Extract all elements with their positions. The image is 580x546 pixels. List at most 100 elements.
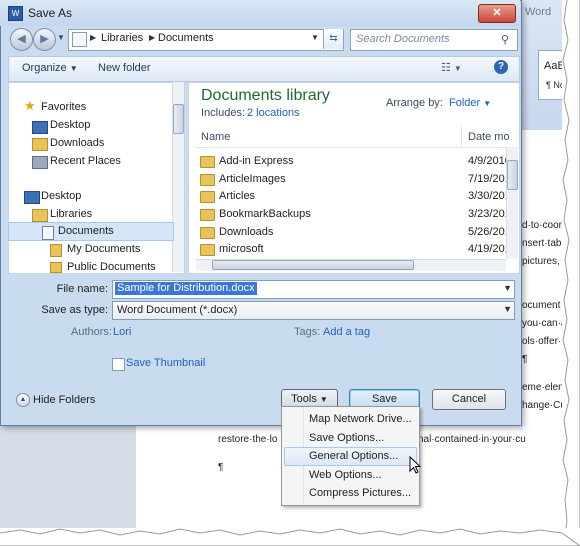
organize-chevron-icon: ▼ — [69, 64, 78, 73]
file-name: microsoft — [219, 243, 264, 255]
nav-item-libraries[interactable]: Libraries — [50, 208, 92, 220]
nav-item-favorites[interactable]: Favorites — [41, 101, 86, 113]
breadcrumb-libraries[interactable]: Libraries — [101, 32, 143, 44]
file-name: ArticleImages — [219, 173, 286, 185]
forward-button[interactable]: ▶ — [33, 28, 56, 51]
nav-item-documents[interactable]: Documents — [58, 225, 114, 237]
search-icon[interactable]: ⚲ — [501, 33, 509, 46]
file-name: Articles — [219, 190, 256, 202]
horizontal-scrollbar-thumb[interactable] — [212, 260, 414, 270]
file-date: 4/9/2010 — [468, 155, 511, 167]
doc-text-line: pictures, — [522, 256, 560, 267]
hide-folders-icon[interactable]: ▲ — [16, 393, 30, 407]
file-row[interactable]: microsoft 4/19/201 — [200, 241, 511, 258]
view-options-icon[interactable]: ☷ ▼ — [441, 61, 462, 74]
tags-label: Tags: — [294, 326, 321, 338]
menu-item-save-options[interactable]: Save Options... — [283, 429, 416, 447]
arrange-by-dropdown[interactable]: Folder ▼ — [449, 97, 491, 109]
breadcrumb-documents[interactable]: Documents — [158, 32, 214, 44]
column-header-name[interactable]: Name — [201, 131, 230, 143]
folder-icon — [200, 227, 215, 239]
back-arrow-icon: ◀ — [17, 33, 26, 45]
nav-item-desktop[interactable]: Desktop — [50, 119, 90, 131]
save-thumbnail-label[interactable]: Save Thumbnail — [126, 357, 205, 369]
menu-item-general-options[interactable]: General Options... — [283, 447, 416, 465]
menu-item-compress-pictures[interactable]: Compress Pictures... — [283, 484, 416, 502]
file-date: 7/19/201 — [468, 173, 511, 185]
tags-input[interactable]: Add a tag — [323, 326, 370, 338]
arrange-chevron-icon: ▼ — [483, 99, 492, 108]
save-type-label: Save as type: — [41, 304, 108, 316]
back-button[interactable]: ◀ — [10, 28, 33, 51]
authors-value[interactable]: Lori — [113, 326, 131, 338]
vertical-scrollbar-thumb[interactable] — [507, 160, 518, 190]
save-type-select[interactable]: Word Document (*.docx) ▼ — [112, 301, 515, 320]
menu-item-map-network-drive[interactable]: Map Network Drive... — [283, 410, 416, 428]
mouse-cursor-icon — [409, 456, 421, 474]
column-divider[interactable] — [461, 126, 462, 146]
dialog-titlebar[interactable] — [0, 0, 520, 26]
refresh-icon: ⇆ — [329, 33, 338, 44]
star-icon: ★ — [24, 98, 36, 113]
downloads-icon — [32, 138, 48, 151]
cancel-button[interactable]: Cancel — [432, 389, 506, 410]
nav-item-my-documents[interactable]: My Documents — [67, 243, 140, 255]
file-name: Downloads — [219, 226, 274, 238]
library-locations-link[interactable]: 2 locations — [247, 107, 300, 119]
file-name-field[interactable]: Sample for Distribution.docx ▼ — [112, 280, 515, 299]
file-row[interactable]: BookmarkBackups 3/23/201 — [200, 206, 511, 223]
doc-text-line: nsert·tab — [522, 238, 562, 249]
menu-item-web-options[interactable]: Web Options... — [283, 466, 416, 484]
refresh-button[interactable]: ⇆ — [323, 29, 343, 49]
organize-label: Organize — [22, 62, 67, 74]
recent-places-icon — [32, 156, 48, 169]
file-date: 3/30/201 — [468, 190, 511, 202]
save-thumbnail-checkbox[interactable] — [112, 358, 125, 371]
file-name-value: Sample for Distribution.docx — [115, 282, 257, 295]
dialog-title: Save As — [28, 6, 73, 20]
organize-button[interactable]: Organize ▼ — [22, 62, 78, 74]
file-name: BookmarkBackups — [219, 208, 311, 220]
nav-item-recent-places[interactable]: Recent Places — [50, 155, 121, 167]
forward-arrow-icon: ▶ — [40, 33, 49, 45]
breadcrumb-chevron-icon[interactable]: ▶ — [149, 33, 155, 42]
nav-item-desktop-root[interactable]: Desktop — [41, 190, 81, 202]
close-button[interactable]: ✕ — [478, 4, 516, 23]
save-type-value: Word Document (*.docx) — [117, 304, 238, 316]
folder-icon — [200, 209, 215, 221]
search-placeholder: Search Documents — [356, 33, 450, 45]
nav-item-public-documents[interactable]: Public Documents — [67, 261, 156, 271]
doc-text-line: restore·the·lo — [218, 434, 278, 445]
torn-edge-bottom — [0, 528, 580, 546]
word-app-icon: W — [8, 6, 23, 21]
nav-item-downloads[interactable]: Downloads — [50, 137, 104, 149]
hide-folders-button[interactable]: Hide Folders — [33, 394, 95, 406]
file-name: Add-in Express — [219, 155, 294, 167]
file-row[interactable]: Downloads 5/26/201 — [200, 224, 511, 241]
new-folder-button[interactable]: New folder — [98, 62, 151, 74]
arrange-by-value: Folder — [449, 97, 481, 109]
folder-icon — [50, 262, 62, 273]
column-header-date[interactable]: Date mo — [468, 131, 510, 143]
save-type-dropdown-icon[interactable]: ▼ — [503, 304, 512, 314]
library-icon — [72, 32, 87, 47]
recent-locations-chevron-icon[interactable]: ▼ — [57, 33, 65, 42]
doc-text-line: d·to·coor — [522, 220, 563, 231]
libraries-icon — [32, 209, 48, 222]
help-icon[interactable]: ? — [494, 60, 508, 74]
file-name-label: File name: — [56, 283, 108, 295]
breadcrumb-chevron-icon[interactable]: ▶ — [90, 33, 96, 42]
library-title: Documents library — [201, 87, 330, 104]
folder-icon — [200, 191, 215, 203]
nav-scrollbar-thumb[interactable] — [173, 104, 184, 134]
file-row[interactable]: Articles 3/30/201 — [200, 188, 511, 205]
file-row[interactable]: Add-in Express 4/9/2010 — [200, 153, 511, 170]
doc-text-line: you·can·a — [522, 318, 567, 329]
desktop-icon — [32, 121, 48, 134]
file-row[interactable]: ArticleImages 7/19/201 — [200, 171, 511, 188]
file-date: 5/26/201 — [468, 226, 511, 238]
file-name-dropdown-icon[interactable]: ▼ — [503, 283, 512, 293]
folder-icon — [50, 244, 62, 257]
address-dropdown-icon[interactable]: ▼ — [311, 33, 319, 42]
doc-text-line: ¶ — [522, 354, 528, 365]
